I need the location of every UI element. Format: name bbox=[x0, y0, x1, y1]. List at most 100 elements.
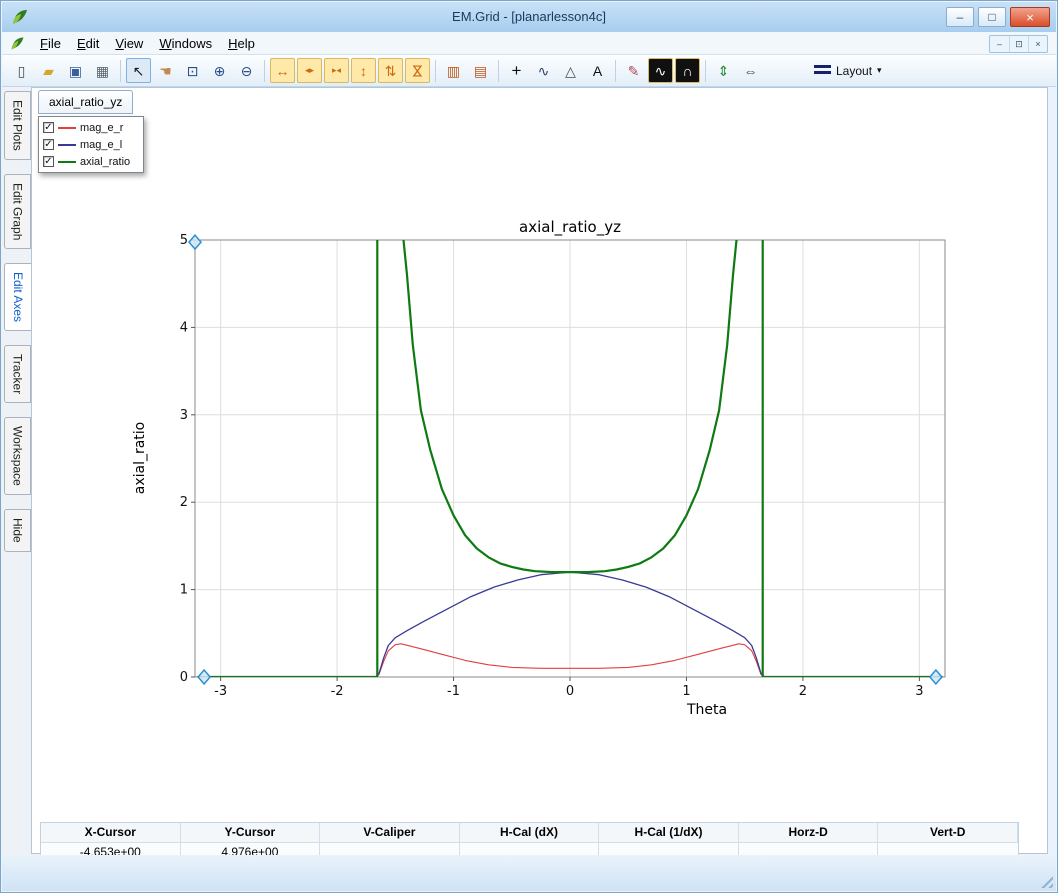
sidebar-tab-hide[interactable]: Hide bbox=[4, 509, 31, 552]
chevron-down-icon: ▾ bbox=[877, 65, 882, 76]
status-header-h-cal-1-dx-: H-Cal (1/dX) bbox=[599, 823, 739, 843]
legend-checkbox-axial_ratio[interactable]: ✓ bbox=[43, 156, 54, 167]
layout-menu-button[interactable]: Layout ▾ bbox=[806, 60, 890, 82]
expand-x-icon: ↔ bbox=[276, 64, 290, 78]
y-axis-label: axial_ratio bbox=[132, 422, 148, 495]
fit-vertical-icon: ⇕ bbox=[718, 64, 730, 78]
sidebar-tab-strip: Edit Plots Edit Graph Edit Axes Tracker Work… bbox=[1, 87, 31, 854]
toolbar-separator bbox=[498, 60, 499, 82]
legend-line-sample bbox=[58, 144, 76, 146]
expand-x-button[interactable]: ↔ bbox=[270, 58, 295, 83]
sidebar-tab-label: Hide bbox=[11, 518, 25, 543]
child-restore-button[interactable]: ⊡ bbox=[1009, 36, 1028, 52]
zoom-out-button[interactable]: ⊖ bbox=[234, 58, 259, 83]
resize-grip[interactable] bbox=[1038, 873, 1053, 888]
axis-cursor-handle[interactable] bbox=[189, 235, 201, 249]
menu-edit[interactable]: Edit bbox=[69, 33, 107, 54]
minimize-button[interactable]: – bbox=[946, 7, 974, 27]
filter-icon: ∩ bbox=[682, 64, 692, 78]
zoom-in-button[interactable]: ⊕ bbox=[207, 58, 232, 83]
legend-checkbox-mag_e_r[interactable]: ✓ bbox=[43, 122, 54, 133]
toolbar-buttons: ▯ ▰▣ ▦ ↖ ☚ ⊡ ⊕ ⊖ ↔ ◂▸ ▸◂ ↕⇅ ⋈ ▥▤ + ∿ △ A ✎ ∿ ∩ ⇕ ⇔ bbox=[8, 58, 764, 83]
legend-line-sample bbox=[58, 161, 76, 163]
autoscale-y-button[interactable]: ⋈ bbox=[405, 58, 430, 83]
pan-x-out-button[interactable]: ◂▸ bbox=[297, 58, 322, 83]
x-tick-label: -1 bbox=[447, 684, 460, 699]
pan-hand-button[interactable]: ☚ bbox=[153, 58, 178, 83]
sidebar-tab-edit-graph[interactable]: Edit Graph bbox=[4, 174, 31, 249]
y-tick-label: 1 bbox=[180, 583, 188, 598]
menu-help[interactable]: Help bbox=[220, 33, 263, 54]
expand-y-button[interactable]: ↕ bbox=[351, 58, 376, 83]
legend-entry-mag_e_r: ✓mag_e_r bbox=[43, 120, 139, 135]
axes-curve-button[interactable]: ∿ bbox=[531, 58, 556, 83]
status-header-h-cal-dx-: H-Cal (dX) bbox=[460, 823, 600, 843]
zoom-window-button[interactable]: ⊡ bbox=[180, 58, 205, 83]
toolbar-separator bbox=[615, 60, 616, 82]
status-bar bbox=[2, 855, 1056, 891]
sidebar-tab-workspace[interactable]: Workspace bbox=[4, 417, 31, 495]
sidebar-tab-label: Tracker bbox=[11, 354, 25, 394]
legend-checkbox-mag_e_l[interactable]: ✓ bbox=[43, 139, 54, 150]
legend-box: ✓mag_e_r✓mag_e_l✓axial_ratio bbox=[38, 116, 144, 173]
vertical-plot-button[interactable]: ▥ bbox=[441, 58, 466, 83]
pan-x-out-icon: ◂▸ bbox=[305, 66, 314, 75]
layout-icon bbox=[814, 65, 831, 76]
x-tick-label: 0 bbox=[566, 684, 574, 699]
sidebar-tab-label: Edit Graph bbox=[11, 183, 25, 240]
app-window: EM.Grid - [planarlesson4c] – □ × FileEdi… bbox=[0, 0, 1058, 893]
sidebar-tab-label: Workspace bbox=[11, 426, 25, 486]
open-file-button[interactable]: ▰ bbox=[36, 58, 61, 83]
zoom-window-icon: ⊡ bbox=[187, 64, 199, 78]
title-bar: EM.Grid - [planarlesson4c] – □ × bbox=[2, 2, 1056, 32]
menu-items: FileEditViewWindowsHelp bbox=[32, 32, 263, 54]
new-file-button[interactable]: ▯ bbox=[9, 58, 34, 83]
toolbar: ▯ ▰▣ ▦ ↖ ☚ ⊡ ⊕ ⊖ ↔ ◂▸ ▸◂ ↕⇅ ⋈ ▥▤ + ∿ △ A ✎ ∿ ∩ ⇕ ⇔ Layout ▾ bbox=[2, 55, 1056, 87]
axes-curve-icon: ∿ bbox=[538, 64, 550, 78]
edit-colors-icon: ✎ bbox=[628, 64, 640, 78]
crosshair-button[interactable]: + bbox=[504, 58, 529, 83]
menu-file[interactable]: File bbox=[32, 33, 69, 54]
new-file-icon: ▯ bbox=[18, 64, 26, 78]
menu-windows[interactable]: Windows bbox=[151, 33, 220, 54]
document-tab-axial-ratio-yz[interactable]: axial_ratio_yz bbox=[38, 90, 133, 114]
fit-horizontal-icon: ⇔ bbox=[744, 64, 758, 78]
pan-x-in-icon: ▸◂ bbox=[332, 66, 341, 75]
fit-vertical-button[interactable]: ⇕ bbox=[711, 58, 736, 83]
text-label-icon: A bbox=[593, 64, 602, 78]
layout-label: Layout bbox=[836, 64, 872, 78]
x-tick-label: -2 bbox=[331, 684, 344, 699]
horizontal-plot-button[interactable]: ▤ bbox=[468, 58, 493, 83]
print-icon: ▦ bbox=[96, 64, 109, 78]
crosshair-icon: + bbox=[512, 62, 522, 79]
close-button[interactable]: × bbox=[1010, 7, 1050, 27]
edit-colors-button[interactable]: ✎ bbox=[621, 58, 646, 83]
fft-button[interactable]: ∿ bbox=[648, 58, 673, 83]
text-label-button[interactable]: A bbox=[585, 58, 610, 83]
status-header-vert-d: Vert-D bbox=[878, 823, 1018, 843]
pan-y-button[interactable]: ⇅ bbox=[378, 58, 403, 83]
status-header-v-caliper: V-Caliper bbox=[320, 823, 460, 843]
save-button[interactable]: ▣ bbox=[63, 58, 88, 83]
maximize-button[interactable]: □ bbox=[978, 7, 1006, 27]
autoscale-y-icon: ⋈ bbox=[411, 64, 425, 78]
print-button[interactable]: ▦ bbox=[90, 58, 115, 83]
sidebar-tab-edit-axes[interactable]: Edit Axes bbox=[4, 263, 32, 331]
child-minimize-button[interactable]: – bbox=[990, 36, 1009, 52]
sidebar-tab-edit-plots[interactable]: Edit Plots bbox=[4, 91, 31, 160]
axis-cursor-handle[interactable] bbox=[930, 670, 942, 684]
zoom-out-icon: ⊖ bbox=[241, 64, 253, 78]
pan-x-in-button[interactable]: ▸◂ bbox=[324, 58, 349, 83]
chart-title: axial_ratio_yz bbox=[195, 218, 945, 236]
chart-canvas[interactable]: -3-2-10123012345 bbox=[32, 88, 1049, 855]
child-close-button[interactable]: × bbox=[1028, 36, 1047, 52]
slope-marker-button[interactable]: △ bbox=[558, 58, 583, 83]
select-pointer-button[interactable]: ↖ bbox=[126, 58, 151, 83]
fit-horizontal-button[interactable]: ⇔ bbox=[738, 58, 763, 83]
menu-view[interactable]: View bbox=[107, 33, 151, 54]
axis-cursor-handle[interactable] bbox=[198, 670, 210, 684]
x-axis-label: Theta bbox=[687, 702, 727, 718]
sidebar-tab-tracker[interactable]: Tracker bbox=[4, 345, 31, 403]
filter-button[interactable]: ∩ bbox=[675, 58, 700, 83]
select-pointer-icon: ↖ bbox=[133, 64, 145, 78]
